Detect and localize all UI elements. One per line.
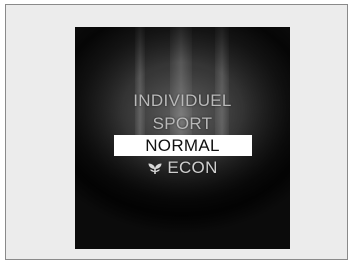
mode-option-label: ECON — [167, 158, 218, 177]
mode-option-label: SPORT — [152, 114, 213, 133]
mode-option-sport[interactable]: SPORT — [75, 112, 290, 135]
mode-option-normal[interactable]: NORMAL — [113, 135, 252, 156]
mode-option-individuel[interactable]: INDIVIDUEL — [75, 89, 290, 112]
drive-mode-menu: INDIVIDUEL SPORT NORMAL ECON — [75, 89, 290, 179]
display-screen: INDIVIDUEL SPORT NORMAL ECON — [75, 27, 290, 249]
leaf-icon — [148, 163, 162, 174]
mode-option-econ[interactable]: ECON — [75, 156, 290, 179]
mode-option-label: NORMAL — [145, 136, 220, 155]
mode-option-label: INDIVIDUEL — [133, 91, 232, 110]
figure-frame: INDIVIDUEL SPORT NORMAL ECON — [5, 4, 348, 260]
